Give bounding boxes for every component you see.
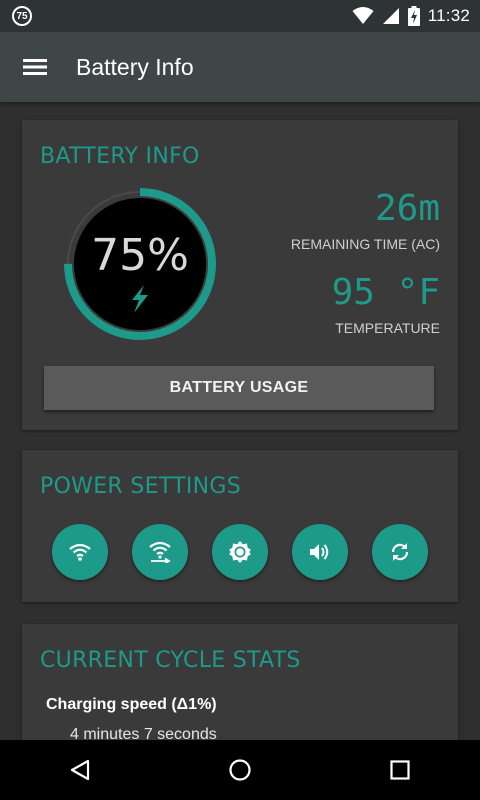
hotspot-toggle[interactable] <box>132 524 188 580</box>
status-clock: 11:32 <box>427 6 470 25</box>
app-title: Battery Info <box>76 53 194 80</box>
hamburger-menu-icon <box>23 59 47 75</box>
remaining-time-label: REMAINING TIME (AC) <box>290 236 440 252</box>
remaining-time-value: 26m <box>374 188 440 229</box>
signal-icon <box>382 8 399 24</box>
volume-icon <box>310 544 329 560</box>
battery-percent: 75% <box>91 230 189 281</box>
charging-bolt-icon <box>132 285 148 313</box>
wifi-tethering-icon <box>149 541 171 563</box>
app-bar: Battery Info <box>0 32 480 102</box>
charging-speed-label: Charging speed (Δ1%) <box>46 696 217 713</box>
notification-badge-icon: 75 <box>12 6 32 26</box>
menu-button[interactable] <box>0 32 70 102</box>
status-icons: 11:32 <box>352 6 470 26</box>
power-settings-title: POWER SETTINGS <box>40 474 242 499</box>
back-button[interactable] <box>40 740 120 800</box>
battery-charging-icon <box>407 6 420 26</box>
battery-info-title: BATTERY INFO <box>40 144 200 169</box>
wifi-icon <box>69 543 91 561</box>
brightness-icon <box>229 541 251 563</box>
main-content[interactable]: BATTERY INFO 75% 26m REMAINING TIME (AC)… <box>0 102 480 740</box>
power-settings-card: POWER SETTINGS <box>22 450 458 602</box>
brightness-toggle[interactable] <box>212 524 268 580</box>
back-icon <box>70 759 90 781</box>
home-icon <box>229 759 251 781</box>
home-button[interactable] <box>200 740 280 800</box>
power-toggles <box>52 524 428 580</box>
cycle-stats-title: CURRENT CYCLE STATS <box>40 648 301 673</box>
recents-icon <box>390 760 410 780</box>
wifi-icon <box>352 7 374 24</box>
temperature-value: 95 °F <box>331 272 440 313</box>
battery-gauge: 75% <box>60 184 220 344</box>
temperature-label: TEMPERATURE <box>335 320 440 336</box>
navigation-bar <box>0 740 480 800</box>
notification-badge-text: 75 <box>16 10 28 22</box>
battery-usage-button[interactable]: BATTERY USAGE <box>44 366 434 410</box>
battery-info-card: BATTERY INFO 75% 26m REMAINING TIME (AC)… <box>22 120 458 430</box>
status-bar: 75 11:32 <box>0 0 480 32</box>
cycle-stats-card: CURRENT CYCLE STATS Charging speed (Δ1%)… <box>22 624 458 740</box>
charging-speed-value: 4 minutes 7 seconds <box>70 726 217 740</box>
sound-toggle[interactable] <box>292 524 348 580</box>
sync-icon <box>391 543 409 561</box>
wifi-toggle[interactable] <box>52 524 108 580</box>
recents-button[interactable] <box>360 740 440 800</box>
sync-toggle[interactable] <box>372 524 428 580</box>
